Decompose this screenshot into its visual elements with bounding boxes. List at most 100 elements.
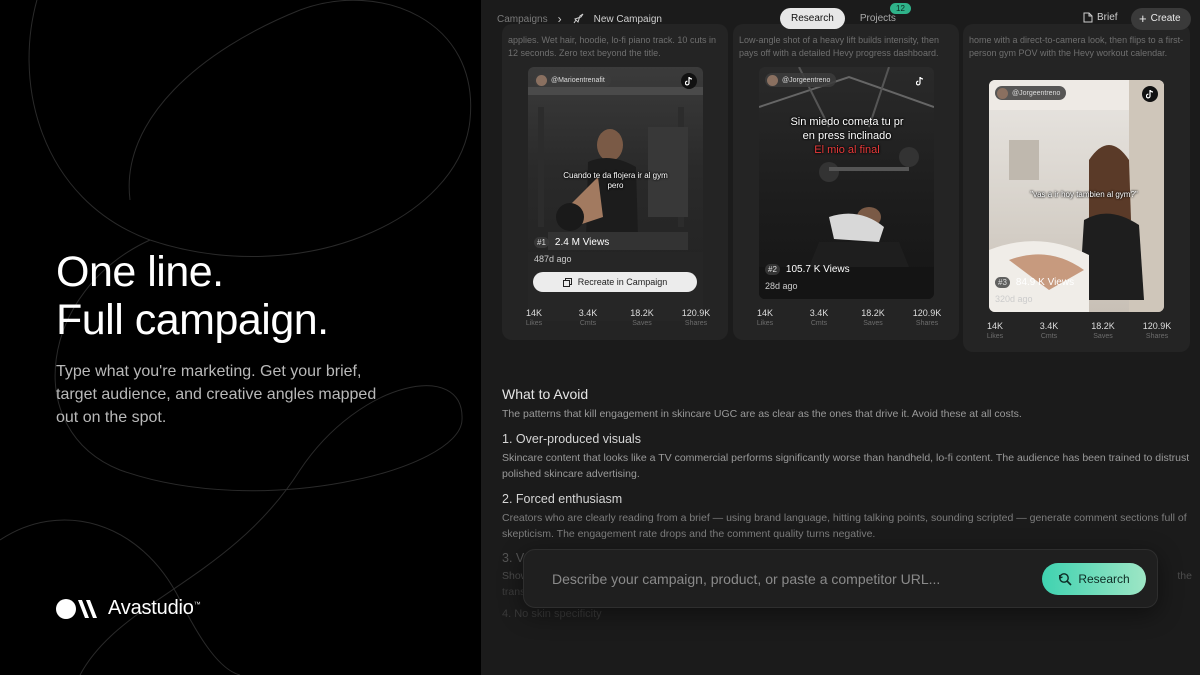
brief-button[interactable]: Brief: [1083, 12, 1118, 23]
video-thumbnail[interactable]: @Jorgeentreno "vas a ir hoy tambien al g…: [989, 80, 1164, 312]
rank-badge: #1: [534, 237, 549, 248]
create-button[interactable]: + Create: [1131, 8, 1191, 30]
stat-value: 120.9K: [912, 308, 942, 318]
tiktok-icon: [912, 73, 928, 89]
research-button[interactable]: Research: [1042, 563, 1146, 595]
stat-label: Saves: [863, 320, 883, 327]
avoid-item-body: Creators who are clearly reading from a …: [502, 512, 1187, 540]
stat-value: 18.2K: [1091, 321, 1115, 331]
views-text: 84.9 K Views: [1015, 277, 1075, 288]
hero-title: One line. Full campaign.: [56, 248, 329, 344]
views-text: 2.4 M Views: [554, 237, 610, 248]
stat-saves: 18.2K Saves: [846, 308, 900, 327]
avastudio-logo-icon: [56, 598, 98, 620]
recreate-label: Recreate in Campaign: [577, 277, 668, 287]
breadcrumb-new-campaign: New Campaign: [593, 13, 662, 25]
video-card[interactable]: applies. Wet hair, hoodie, lo-fi piano t…: [502, 24, 728, 340]
tiktok-icon: [1142, 86, 1158, 102]
creator-handle-text: @Jorgeentreno: [1012, 89, 1061, 97]
rocket-icon: [572, 13, 584, 25]
campaign-prompt-bar: Describe your campaign, product, or past…: [523, 549, 1158, 608]
rank-badge: #2: [765, 264, 780, 275]
hero-title-line-2: Full campaign.: [56, 296, 329, 344]
video-overlay-text: Sin miedo cometa tu pr en press inclinad…: [767, 115, 927, 157]
creator-handle-text: @Marioentrenafit: [551, 76, 605, 84]
stat-label: Saves: [632, 320, 652, 327]
hero-subtitle: Type what you're marketing. Get your bri…: [56, 363, 377, 426]
stat-label: Likes: [756, 320, 774, 327]
stat-shares: 120.9K Shares: [1130, 321, 1184, 340]
engagement-stats: 14K Likes 3.4K Cmts 18.2K Saves 120.9K Share…: [738, 308, 954, 327]
brand-name-text: Avastudio: [108, 597, 194, 619]
stat-value: 3.4K: [1039, 321, 1059, 331]
post-age: 487d ago: [534, 254, 572, 264]
stat-saves: 18.2K Saves: [1076, 321, 1130, 340]
view-count: #2 105.7 K Views: [765, 264, 850, 275]
campaign-prompt-input[interactable]: Describe your campaign, product, or past…: [552, 571, 940, 587]
section-heading: What to Avoid: [502, 386, 589, 402]
video-overlay-text: "vas a ir hoy tambien al gym?": [1030, 190, 1138, 199]
stat-label: Shares: [1145, 333, 1169, 340]
video-card[interactable]: home with a direct-to-camera look, then …: [963, 24, 1190, 352]
view-count: #3 84.9 K Views: [995, 277, 1074, 288]
marketing-panel: One line. Full campaign. Type what you'r…: [0, 0, 481, 675]
stat-value: 14K: [756, 308, 773, 318]
stat-value: 120.9K: [1142, 321, 1172, 331]
create-label: Create: [1150, 13, 1181, 24]
video-card[interactable]: Low-angle shot of a heavy lift builds in…: [733, 24, 959, 340]
avoid-item-title: 2. Forced enthusiasm: [502, 492, 623, 506]
brief-label: Brief: [1097, 12, 1118, 23]
tab-research[interactable]: Research: [780, 8, 845, 29]
avatar: [997, 87, 1008, 99]
view-count: #1 2.4 M Views: [534, 237, 609, 248]
brand-name: Avastudio™: [108, 597, 201, 620]
recreate-in-campaign-button[interactable]: Recreate in Campaign: [533, 272, 697, 292]
video-thumbnail[interactable]: @Jorgeentreno Sin miedo cometa tu pr en …: [759, 67, 934, 299]
stat-label: Cmts: [810, 320, 828, 327]
brand-logo: Avastudio™: [56, 597, 201, 620]
engagement-stats: 14K Likes 3.4K Cmts 18.2K Saves 120.9K Share…: [968, 321, 1184, 340]
trademark-mark: ™: [193, 601, 201, 609]
stat-value: 18.2K: [861, 308, 885, 318]
stat-comments: 3.4K Cmts: [792, 308, 846, 327]
avatar: [536, 74, 547, 86]
stat-label: Shares: [915, 320, 939, 327]
overlay-line-1: Sin miedo cometa tu pr: [790, 116, 904, 128]
stat-value: 14K: [525, 308, 542, 318]
stat-value: 3.4K: [578, 308, 598, 318]
tiktok-icon: [681, 73, 697, 89]
stat-shares: 120.9K Shares: [900, 308, 954, 327]
avatar: [767, 74, 778, 86]
stat-label: Likes: [525, 320, 543, 327]
avoid-item-title: 4. No skin specificity: [502, 608, 602, 620]
overlay-line-2: en press inclinado: [802, 130, 892, 142]
chevron-right-icon: ›: [557, 12, 562, 26]
stat-label: Saves: [1093, 333, 1113, 340]
section-intro: The patterns that kill engagement in ski…: [502, 408, 1022, 420]
creator-handle-text: @Jorgeentreno: [782, 76, 831, 84]
projects-count-badge: 12: [890, 3, 911, 14]
post-age: 28d ago: [765, 281, 798, 291]
video-thumbnail[interactable]: @Marioentrenafit Cuando te da flojera ir…: [528, 67, 703, 321]
creator-handle: @Jorgeentreno: [765, 73, 837, 87]
stat-value: 18.2K: [630, 308, 654, 318]
stat-label: Shares: [684, 320, 708, 327]
top-bar: Campaigns › New Campaign Research Projec…: [481, 0, 1200, 38]
breadcrumb-campaigns[interactable]: Campaigns: [497, 14, 548, 25]
stat-likes: 14K Likes: [738, 308, 792, 327]
copy-icon: [562, 277, 572, 287]
engagement-stats: 14K Likes 3.4K Cmts 18.2K Saves 120.9K Share…: [507, 308, 723, 327]
search-refresh-icon: [1059, 573, 1072, 586]
plus-icon: +: [1139, 11, 1147, 26]
post-age: 320d ago: [995, 294, 1033, 304]
stat-label: Likes: [986, 333, 1004, 340]
breadcrumb: Campaigns › New Campaign: [497, 12, 662, 26]
document-icon: [1083, 12, 1093, 23]
stat-label: Cmts: [1040, 333, 1058, 340]
views-text: 105.7 K Views: [785, 264, 850, 275]
view-switcher: Research Projects: [780, 8, 907, 29]
creator-handle: @Marioentrenafit: [534, 73, 611, 87]
overlay-line-3: El mio al final: [814, 144, 880, 156]
stat-likes: 14K Likes: [507, 308, 561, 327]
research-button-label: Research: [1078, 572, 1130, 586]
